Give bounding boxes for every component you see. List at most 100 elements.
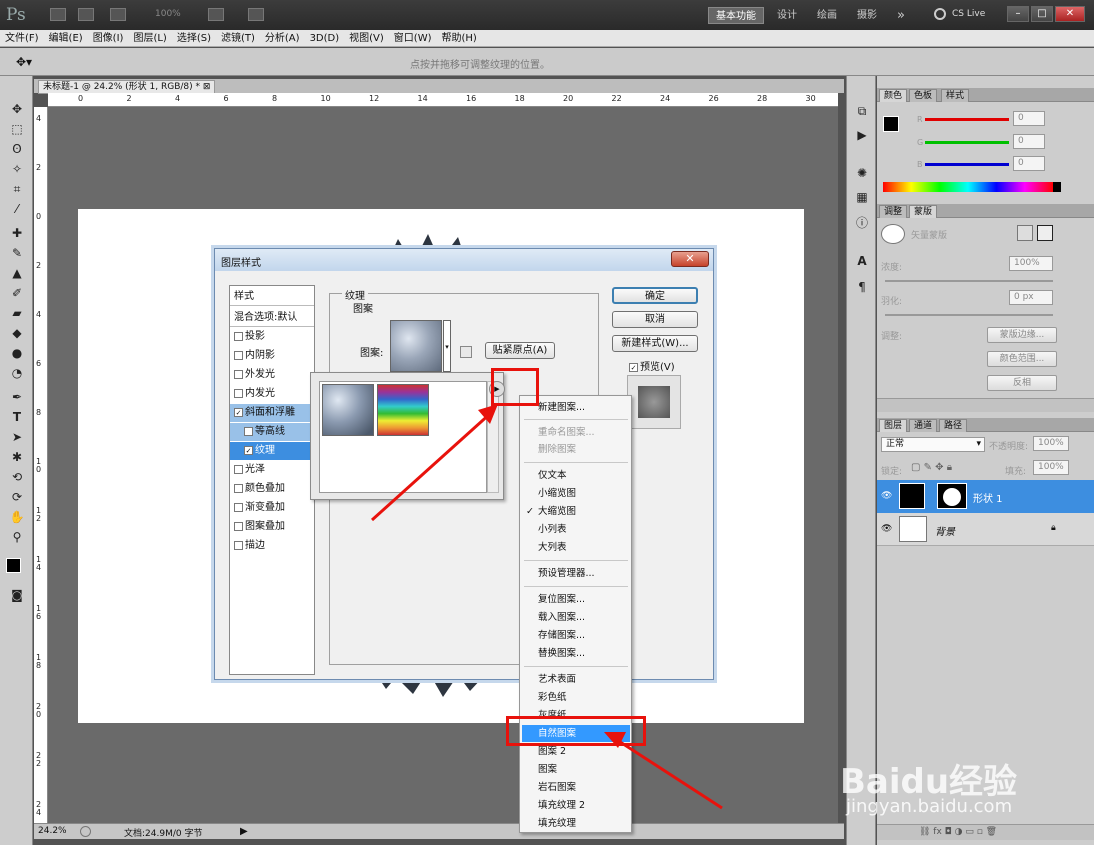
menu-image[interactable]: 图像(I) (88, 30, 129, 47)
style-item-pattern-overlay[interactable]: 图案叠加 (230, 518, 314, 536)
style-item-satin[interactable]: 光泽 (230, 461, 314, 479)
lock-icons[interactable]: ▢ ✎ ✥ 🔒︎ (911, 462, 952, 473)
blur-tool-icon[interactable]: ● (8, 344, 26, 362)
paragraph-panel-icon[interactable]: ¶ (853, 278, 871, 296)
style-item-texture[interactable]: ✓ 纹理 (230, 442, 310, 460)
menu-item-large-list[interactable]: 大列表 (522, 539, 630, 556)
style-item-drop-shadow[interactable]: 投影 (230, 328, 314, 346)
menu-item-large-thumbnail[interactable]: ✓ 大缩览图 (522, 503, 630, 520)
zoom-tool-icon[interactable]: ⚲ (8, 528, 26, 546)
status-menu-arrow-icon[interactable]: ▶ (240, 826, 248, 837)
menu-item-small-thumbnail[interactable]: 小缩览图 (522, 485, 630, 502)
quick-mask-icon[interactable]: ◙ (8, 586, 26, 604)
pen-tool-icon[interactable]: ✒ (8, 388, 26, 406)
checkbox[interactable]: ✓ (244, 445, 253, 455)
checkbox[interactable] (244, 426, 253, 436)
checkbox[interactable] (234, 540, 243, 550)
3d-rotate-tool-icon[interactable]: ⟲ (8, 468, 26, 486)
channel-r-slider[interactable] (925, 118, 1009, 121)
styles-header[interactable]: 样式 (230, 288, 314, 306)
move-tool-icon[interactable]: ✥ (8, 100, 26, 118)
style-item-outer-glow[interactable]: 外发光 (230, 366, 314, 384)
tab-styles[interactable]: 样式 (941, 89, 970, 102)
checkbox[interactable] (234, 369, 243, 379)
style-item-inner-shadow[interactable]: 内阴影 (230, 347, 314, 365)
menu-item-preset-manager[interactable]: 预设管理器... (522, 565, 630, 582)
density-value[interactable]: 100% (1009, 256, 1053, 271)
cs-live-button[interactable]: CS Live (952, 9, 985, 19)
new-style-button[interactable]: 新建样式(W)... (612, 335, 698, 352)
mini-bridge-icon[interactable] (78, 8, 94, 21)
move-tool-preset-icon[interactable]: ✥▾ (16, 55, 32, 69)
opacity-value[interactable]: 100% (1033, 436, 1069, 451)
document-tab[interactable]: 未标题-1 @ 24.2% (形状 1, RGB/8) * ⊠ (38, 80, 216, 94)
workspace-paint[interactable]: 绘画 (812, 7, 842, 24)
shape-tool-icon[interactable]: ✱ (8, 448, 26, 466)
foreground-color-swatch[interactable] (6, 558, 21, 573)
cancel-button[interactable]: 取消 (612, 311, 698, 328)
style-item-inner-glow[interactable]: 内发光 (230, 385, 314, 403)
mask-edge-button[interactable]: 蒙版边缘... (987, 327, 1057, 343)
menu-item-texture-fill[interactable]: 填充纹理 (522, 815, 630, 832)
lasso-tool-icon[interactable]: ʘ (8, 140, 26, 158)
checkbox[interactable]: ✓ (629, 362, 638, 372)
channel-g-slider[interactable] (925, 141, 1009, 144)
foreground-color-chip[interactable] (883, 116, 899, 132)
layer-name[interactable]: 形状 1 (973, 490, 1003, 505)
menu-item-rock-patterns[interactable]: 岩石图案 (522, 779, 630, 796)
style-item-color-overlay[interactable]: 颜色叠加 (230, 480, 314, 498)
channel-b-slider[interactable] (925, 163, 1009, 166)
style-item-contour[interactable]: 等高线 (230, 423, 314, 441)
workspace-basic[interactable]: 基本功能 (708, 7, 764, 24)
marquee-tool-icon[interactable]: ⬚ (8, 120, 26, 138)
new-preset-icon[interactable] (460, 346, 472, 358)
tab-swatches[interactable]: 色板 (909, 89, 938, 102)
hand-tool-icon[interactable]: ✋ (8, 508, 26, 526)
menu-item-patterns[interactable]: 图案 (522, 761, 630, 778)
type-tool-icon[interactable]: T (8, 408, 26, 426)
checkbox[interactable] (234, 350, 243, 360)
menu-3d[interactable]: 3D(D) (305, 30, 345, 47)
menu-item-small-list[interactable]: 小列表 (522, 521, 630, 538)
tab-layers[interactable]: 图层 (879, 419, 908, 432)
menu-item-reset-patterns[interactable]: 复位图案... (522, 591, 630, 608)
ok-button[interactable]: 确定 (612, 287, 698, 304)
menu-layer[interactable]: 图层(L) (128, 30, 171, 47)
style-item-gradient-overlay[interactable]: 渐变叠加 (230, 499, 314, 517)
tab-color[interactable]: 颜色 (879, 89, 908, 102)
menu-item-text-only[interactable]: 仅文本 (522, 467, 630, 484)
eyedropper-tool-icon[interactable]: ⁄ (8, 200, 26, 218)
status-info-icon[interactable] (80, 826, 91, 837)
style-item-bevel-emboss[interactable]: ✓ 斜面和浮雕 (230, 404, 314, 422)
pattern-thumb-rainbow[interactable] (377, 384, 429, 436)
menu-analysis[interactable]: 分析(A) (260, 30, 305, 47)
layers-footer-icons[interactable]: ⛓ fx ◘ ◑ ▭ ▫ 🗑︎ (877, 824, 1094, 840)
menu-item-save-patterns[interactable]: 存储图案... (522, 627, 630, 644)
layer-row-shape[interactable]: 👁︎ 形状 1 (877, 480, 1094, 513)
checkbox[interactable]: ✓ (234, 407, 243, 417)
menu-edit[interactable]: 编辑(E) (44, 30, 88, 47)
zoom-readout[interactable]: 24.2% (38, 826, 67, 836)
3d-orbit-tool-icon[interactable]: ⟳ (8, 488, 26, 506)
menu-item-artist-surfaces[interactable]: 艺术表面 (522, 671, 630, 688)
pattern-swatch[interactable] (390, 320, 442, 372)
checkbox[interactable] (234, 331, 243, 341)
healing-brush-tool-icon[interactable]: ✚ (8, 224, 26, 242)
history-brush-tool-icon[interactable]: ✐ (8, 284, 26, 302)
channel-g-value[interactable]: 0 (1013, 134, 1045, 149)
path-selection-tool-icon[interactable]: ➤ (8, 428, 26, 446)
blend-mode-select[interactable]: 正常 ▾ (881, 437, 985, 452)
menu-window[interactable]: 窗口(W) (389, 30, 437, 47)
menu-item-replace-patterns[interactable]: 替换图案... (522, 645, 630, 662)
arrange-documents-icon[interactable] (208, 8, 224, 21)
preview-checkbox[interactable]: ✓ 预览(V) (629, 358, 675, 373)
bridge-icon[interactable] (50, 8, 66, 21)
checkbox[interactable] (234, 502, 243, 512)
add-pixel-mask-icon[interactable] (1017, 225, 1033, 241)
feather-slider[interactable] (885, 314, 1053, 316)
eraser-tool-icon[interactable]: ▰ (8, 304, 26, 322)
snap-origin-button[interactable]: 贴紧原点(A) (485, 342, 555, 359)
menu-item-load-patterns[interactable]: 载入图案... (522, 609, 630, 626)
menu-select[interactable]: 选择(S) (172, 30, 216, 47)
menu-view[interactable]: 视图(V) (344, 30, 389, 47)
